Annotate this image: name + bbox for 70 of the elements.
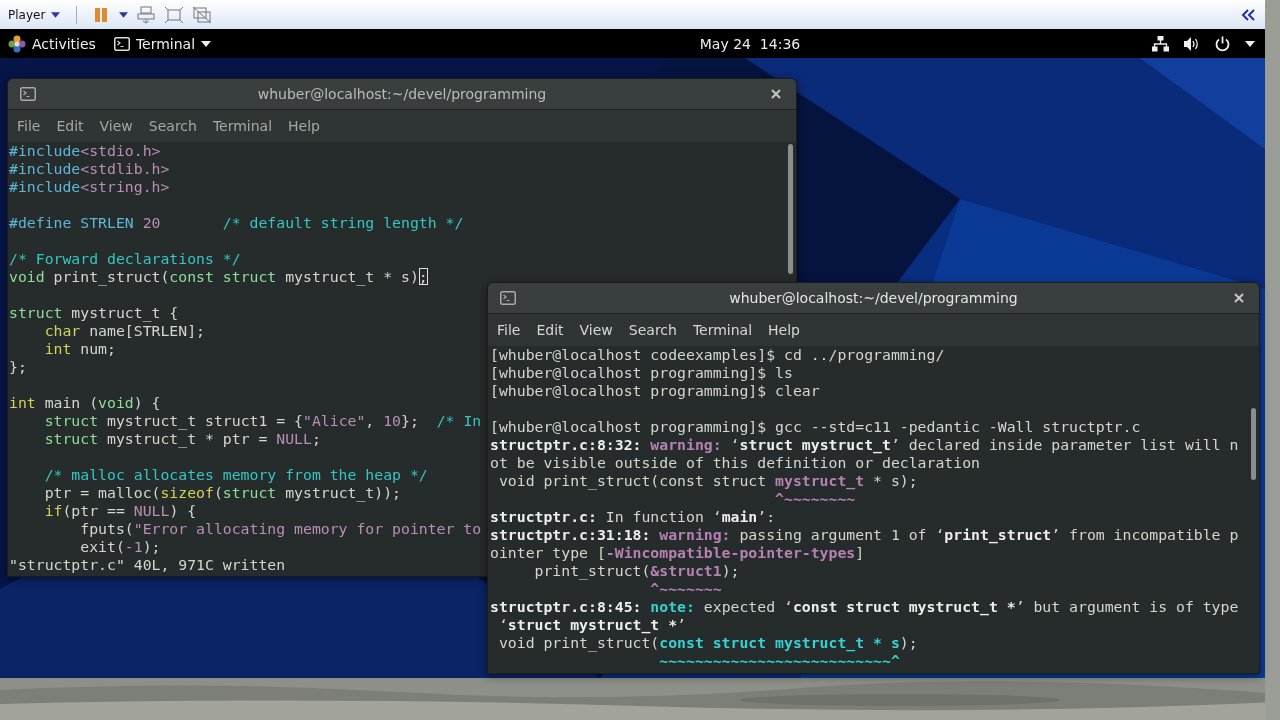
menu-item[interactable]: File [11,114,47,138]
terminal-line: structptr.c:31:18: warning: passing argument 1 of ‘print_struct’ from incompatible p [490,526,1239,544]
fullscreen-icon[interactable] [164,5,185,24]
terminal-icon [500,291,516,305]
menu-item[interactable]: Edit [50,114,90,138]
app-menu[interactable]: Terminal [113,35,212,52]
caret-icon [201,40,212,47]
terminal-line: [whuber@localhost programming]$ ls [490,364,793,382]
flower-logo-icon [8,34,26,53]
menu-item[interactable]: View [93,114,139,138]
volume-icon[interactable] [1183,35,1200,52]
menu-item[interactable]: View [573,318,619,342]
terminal-line: structptr.c:8:45: note: expected ‘const struct mystruct_t *’ but argument is of type [490,598,1239,616]
network-icon[interactable] [1152,35,1169,52]
menu-item[interactable]: Help [762,318,806,342]
terminal-line: void print_struct(const struct mystruct_t * s); [497,634,918,652]
menu-item[interactable]: Terminal [206,114,279,138]
terminal-line: ointer type [-Wincompatible-pointer-types] [490,544,865,562]
terminal-line: structptr.c:8:32: warning: ‘struct mystruct_t’ declared inside parameter list will n [490,436,1239,454]
terminal-line: ‘struct mystruct_t *’ [497,616,686,634]
code-line: #include<stdlib.h> [9,160,170,178]
terminal-line: ~~~~~~~~~~~~~~~~~~~~~~~~~~^ [658,652,900,670]
terminal-line: structptr.c: In function ‘main’: [490,508,776,526]
terminal-icon [20,87,36,101]
code-line: "structptr.c" 40L, 971C written [9,556,286,574]
code-line: char name[STRLEN]; [43,322,205,340]
activities-button[interactable]: Activities [8,34,96,53]
terminal-line: [whuber@localhost programming]$ gcc --std=c11 -pedantic -Wall structptr.c [490,418,1141,436]
terminal-line: [whuber@localhost programming]$ clear [490,382,820,400]
code-line: }; [9,358,27,376]
menu-item[interactable]: Search [622,318,683,342]
code-line: fputs("Error allocating memory for pointer to [79,520,482,538]
scrollbar-thumb[interactable] [788,144,793,274]
menu-item[interactable]: Search [142,114,203,138]
terminal-icon [113,36,130,51]
caret-icon [51,11,61,18]
terminal-line: void print_struct(const struct mystruct_t * s); [497,472,918,490]
terminal-line: print_struct(&struct1); [533,562,740,580]
code-line: ptr = malloc(sizeof(struct mystruct_t)); [43,484,401,502]
code-line: struct mystruct_t { [9,304,179,322]
player-menu[interactable]: Player [6,7,63,22]
computer-arrow-icon[interactable] [136,5,157,24]
code-line: /* malloc allocates memory from the heap */ [43,466,428,484]
window-title: whuber@localhost:~/devel/programming [728,290,1019,306]
clock[interactable]: May 24 14:36 [699,35,801,52]
menu-item[interactable]: Help [282,114,326,138]
scrollbar-thumb[interactable] [1251,408,1256,480]
menu-item[interactable]: Edit [530,318,570,342]
terminal-line: ot be visible outside of this definition or declaration [490,454,980,472]
code-line: struct mystruct_t struct1 = {"Alice", 10}; /* In [43,412,482,430]
code-line: int num; [43,340,116,358]
caret-icon [119,11,129,18]
terminal-line: ^~~~~~~~ [649,580,722,598]
window-title: whuber@localhost:~/devel/programming [256,86,548,102]
window-slash-icon[interactable] [192,5,213,24]
caret-icon[interactable] [1245,40,1255,47]
code-line: #include<stdio.h> [9,142,161,160]
menu-item[interactable]: File [491,318,527,342]
menu-item[interactable]: Terminal [686,318,759,342]
power-icon[interactable] [1214,35,1231,52]
code-line: exit(-1); [79,538,161,556]
terminal-line: [whuber@localhost codeexamples]$ cd ../programming/ [490,346,945,364]
code-line: /* Forward declarations */ [9,250,241,268]
terminal-line: ^~~~~~~~~ [774,490,856,508]
code-line: struct mystruct_t * ptr = NULL; [43,430,321,448]
code-line: #include<string.h> [9,178,170,196]
code-line: int main (void) { [9,394,161,412]
code-line: if(ptr == NULL) { [43,502,197,520]
code-line: #define STRLEN 20 /* default string length */ [9,214,464,232]
code-line: void print_struct(const struct mystruct_t * s); [9,268,428,286]
